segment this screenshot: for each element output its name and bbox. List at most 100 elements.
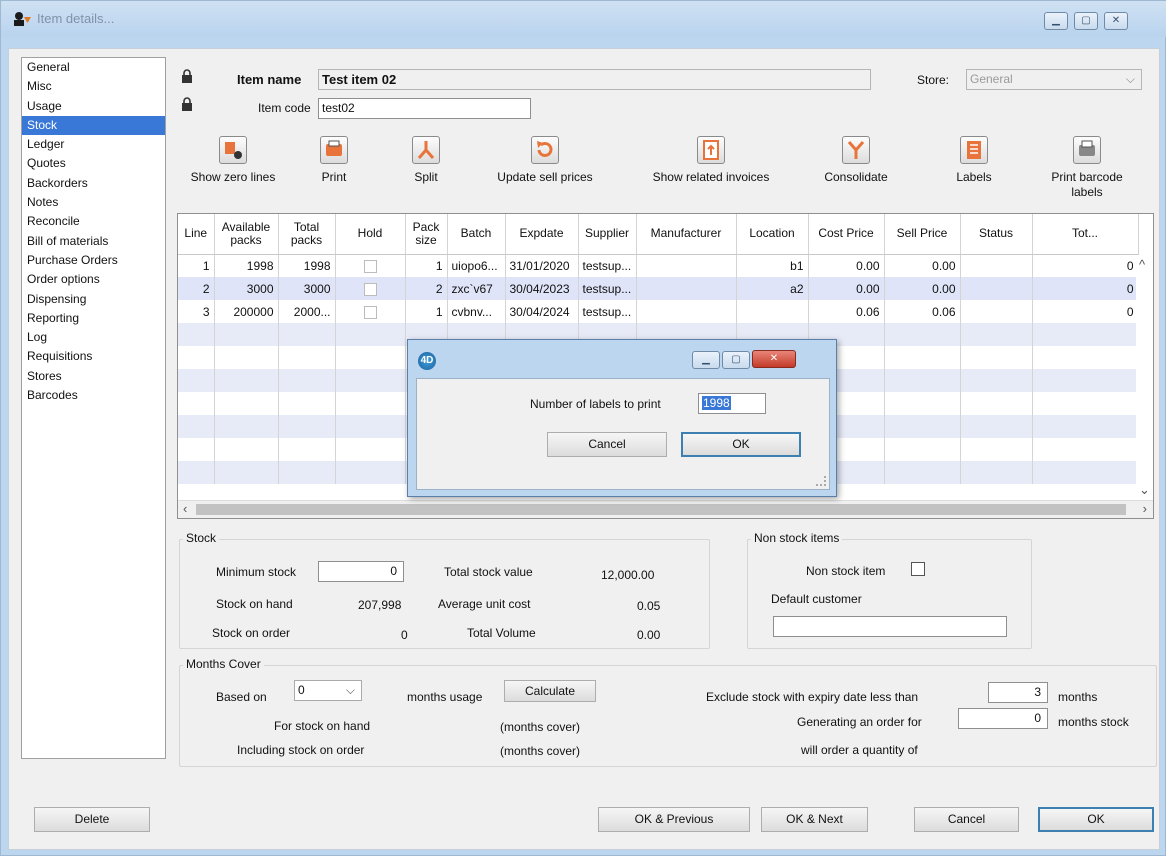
nav-item-requisitions[interactable]: Requisitions — [22, 347, 165, 366]
column-header[interactable]: Pack size — [405, 214, 448, 255]
print-barcode-labels-button[interactable]: Print barcode labels — [1041, 136, 1133, 200]
nav-item-reporting[interactable]: Reporting — [22, 309, 165, 328]
column-header[interactable]: Expdate — [505, 214, 579, 255]
cell-hold[interactable] — [335, 415, 406, 438]
nav-item-log[interactable]: Log — [22, 328, 165, 347]
dialog-cancel-button[interactable]: Cancel — [547, 432, 667, 457]
column-header[interactable]: Cost Price — [808, 214, 885, 255]
nav-item-ledger[interactable]: Ledger — [22, 135, 165, 154]
column-header[interactable]: Batch — [447, 214, 506, 255]
cell-hold[interactable] — [335, 300, 406, 323]
cell-hold[interactable] — [335, 277, 406, 300]
nav-item-usage[interactable]: Usage — [22, 97, 165, 116]
cell-hold[interactable] — [335, 438, 406, 461]
minimize-button[interactable]: ▁ — [1044, 12, 1068, 30]
scroll-right-icon[interactable]: › — [1143, 501, 1147, 516]
cell-status — [960, 415, 1033, 438]
column-header[interactable]: Location — [736, 214, 809, 255]
table-row[interactable]: 3 200000 2000... 1 cvbnv... 30/04/2024 testsup… — [178, 300, 1139, 323]
nav-item-backorders[interactable]: Backorders — [22, 174, 165, 193]
column-header[interactable]: Hold — [335, 214, 406, 255]
consolidate-button[interactable]: Consolidate — [811, 136, 901, 185]
cell-line: 2 — [178, 277, 215, 300]
horizontal-scroll-thumb[interactable] — [196, 504, 1126, 515]
cell-line: 1 — [178, 254, 215, 277]
item-name-field[interactable]: Test item 02 — [318, 69, 871, 90]
exclude-expiry-field[interactable]: 3 — [988, 682, 1048, 703]
column-header[interactable]: Available packs — [214, 214, 279, 255]
update-sell-prices-button[interactable]: Update sell prices — [488, 136, 602, 185]
column-header[interactable]: Status — [960, 214, 1033, 255]
calculate-button[interactable]: Calculate — [504, 680, 596, 702]
cell-line — [178, 438, 215, 461]
labels-count-field[interactable]: 1998 — [698, 393, 766, 414]
item-code-field[interactable]: test02 — [318, 98, 531, 119]
vertical-scrollbar[interactable]: ^ ⌄ — [1136, 255, 1153, 502]
close-button[interactable]: ✕ — [1104, 12, 1128, 30]
split-button[interactable]: Split — [401, 136, 451, 185]
column-header[interactable]: Sell Price — [884, 214, 961, 255]
nav-item-order-options[interactable]: Order options — [22, 270, 165, 289]
delete-button[interactable]: Delete — [34, 807, 150, 832]
scroll-up-icon[interactable]: ^ — [1139, 257, 1145, 272]
cell-hold[interactable] — [335, 254, 406, 277]
hold-checkbox[interactable] — [363, 305, 377, 319]
nav-item-stock[interactable]: Stock — [22, 115, 165, 136]
nav-item-notes[interactable]: Notes — [22, 193, 165, 212]
hold-checkbox[interactable] — [363, 259, 377, 273]
table-row[interactable]: 2 3000 3000 2 zxc`v67 30/04/2023 testsup... a2 0… — [178, 277, 1139, 300]
nav-item-dispensing[interactable]: Dispensing — [22, 290, 165, 309]
labels-button[interactable]: Labels — [946, 136, 1002, 185]
nav-item-general[interactable]: General — [22, 58, 165, 77]
minimum-stock-field[interactable]: 0 — [318, 561, 404, 582]
column-header[interactable]: Manufacturer — [636, 214, 737, 255]
cell-hold[interactable] — [335, 461, 406, 484]
nav-item-bill-of-materials[interactable]: Bill of materials — [22, 232, 165, 251]
store-select[interactable]: General ⌵ — [966, 69, 1142, 90]
based-on-select[interactable]: 0 ⌵ — [294, 680, 362, 701]
ok-previous-button[interactable]: OK & Previous — [598, 807, 750, 832]
cell-expdate: 31/01/2020 — [505, 254, 579, 277]
nav-item-quotes[interactable]: Quotes — [22, 154, 165, 173]
hold-checkbox[interactable] — [363, 282, 377, 296]
cell-status — [960, 369, 1033, 392]
default-customer-field[interactable] — [773, 616, 1007, 637]
nav-item-reconcile[interactable]: Reconcile — [22, 212, 165, 231]
column-header[interactable]: Total packs — [278, 214, 336, 255]
cell-hold[interactable] — [335, 346, 406, 369]
ok-next-button[interactable]: OK & Next — [761, 807, 868, 832]
show-zero-lines-button[interactable]: Show zero lines — [182, 136, 284, 185]
cancel-button[interactable]: Cancel — [914, 807, 1019, 832]
show-related-invoices-button[interactable]: Show related invoices — [633, 136, 789, 185]
nav-item-purchase-orders[interactable]: Purchase Orders — [22, 251, 165, 270]
table-row[interactable]: 1 1998 1998 1 uiopo6... 31/01/2020 testsup... b… — [178, 254, 1139, 277]
dialog-ok-button[interactable]: OK — [681, 432, 801, 457]
cell-hold[interactable] — [335, 369, 406, 392]
cell-hold[interactable] — [335, 392, 406, 415]
nav-item-barcodes[interactable]: Barcodes — [22, 386, 165, 405]
column-header[interactable]: Supplier — [578, 214, 637, 255]
cell-tot — [1032, 346, 1139, 369]
nav-item-misc[interactable]: Misc — [22, 77, 165, 96]
title-bar[interactable]: Item details... ▁ ▢ ✕ — [1, 1, 1166, 37]
generating-order-field[interactable]: 0 — [958, 708, 1048, 729]
dialog-minimize-button[interactable]: ▁ — [692, 351, 720, 369]
horizontal-scrollbar[interactable]: ‹ › — [178, 500, 1153, 518]
dialog-maximize-button[interactable]: ▢ — [722, 351, 750, 369]
cell-hold[interactable] — [335, 323, 406, 346]
cell-cost: 0.00 — [808, 277, 885, 300]
scroll-down-icon[interactable]: ⌄ — [1139, 482, 1150, 498]
column-header[interactable]: Line — [178, 214, 215, 255]
maximize-button[interactable]: ▢ — [1074, 12, 1098, 30]
column-header[interactable]: Tot... — [1032, 214, 1139, 255]
print-button[interactable]: Print — [309, 136, 359, 185]
cell-manufacturer — [636, 277, 737, 300]
scroll-left-icon[interactable]: ‹ — [183, 501, 187, 516]
cell-available — [214, 415, 279, 438]
ok-button[interactable]: OK — [1038, 807, 1154, 832]
dialog-close-button[interactable]: ✕ — [752, 350, 796, 368]
nav-item-stores[interactable]: Stores — [22, 367, 165, 386]
non-stock-item-checkbox[interactable] — [911, 562, 925, 576]
resize-grip-icon[interactable] — [816, 476, 826, 486]
total-volume-label: Total Volume — [467, 626, 536, 640]
